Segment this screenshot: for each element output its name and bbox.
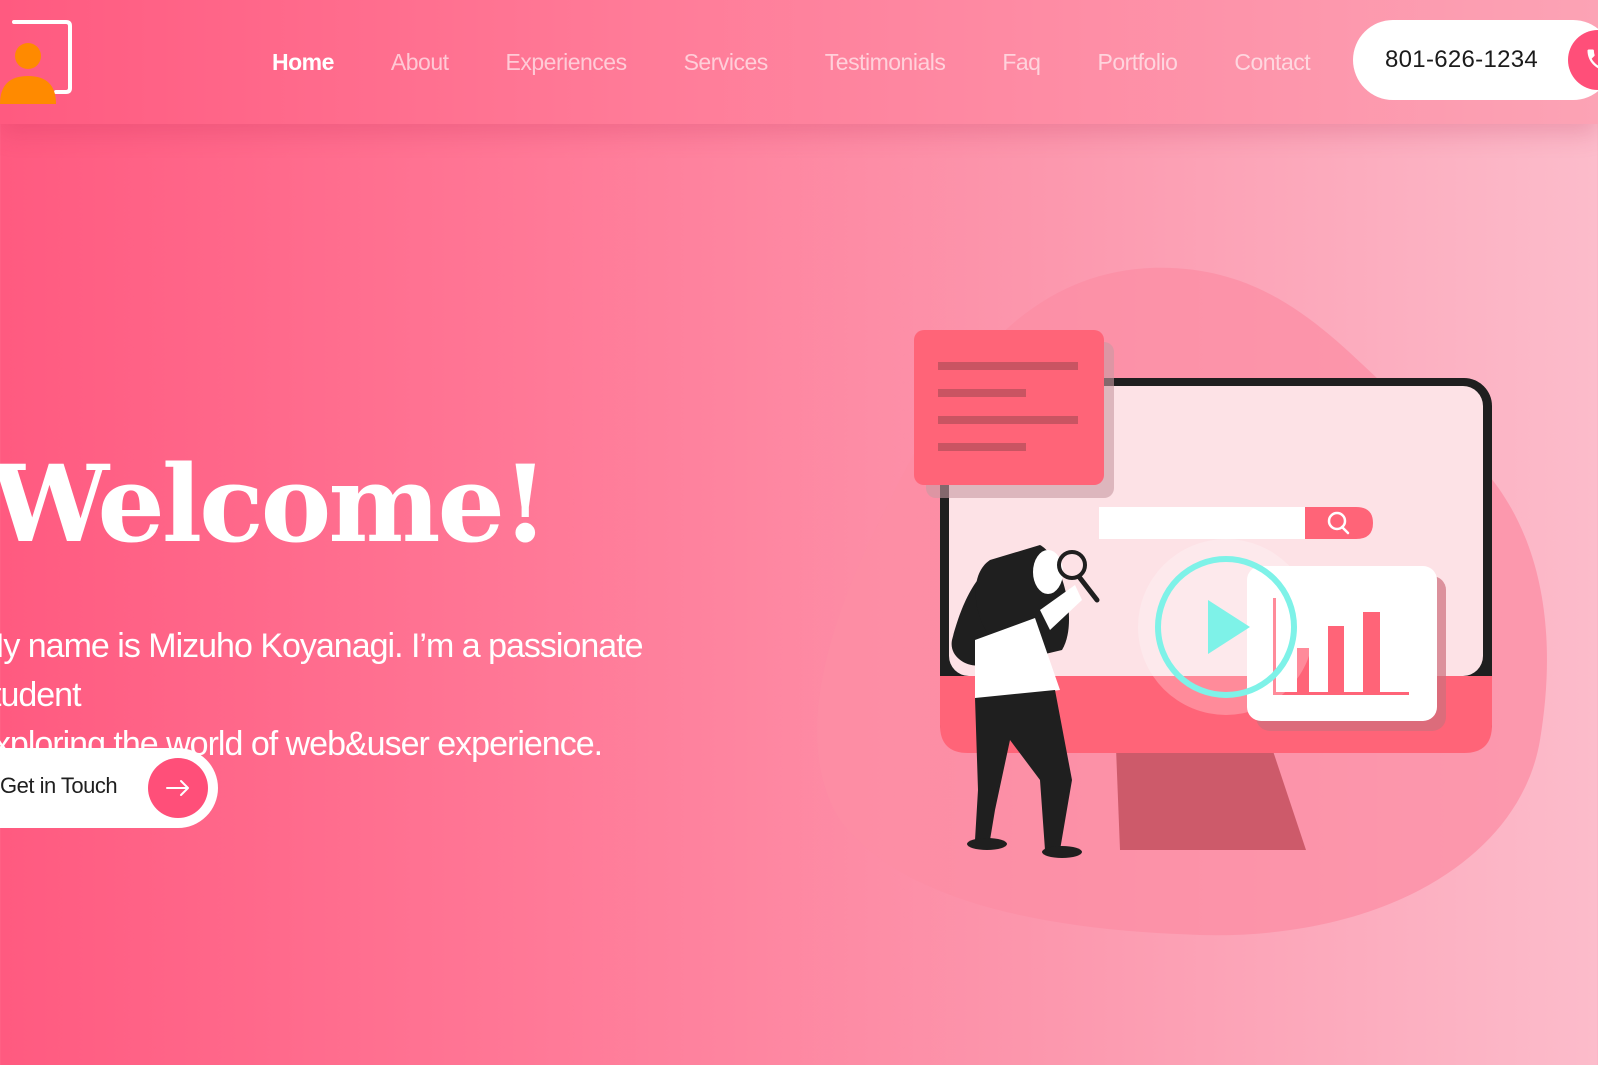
main-nav: Home About Experiences Services Testimon… bbox=[254, 44, 1349, 80]
hero-intro-line-1: My name is Mizuho Koyanagi. I’m a passio… bbox=[0, 627, 644, 714]
hero-intro: My name is Mizuho Koyanagi. I’m a passio… bbox=[0, 622, 696, 769]
cta-arrow-circle[interactable] bbox=[148, 758, 208, 818]
nav-testimonials[interactable]: Testimonials bbox=[807, 49, 964, 76]
phone-number[interactable]: 801-626-1234 bbox=[1385, 46, 1538, 74]
note-card bbox=[914, 330, 1104, 485]
nav-faq[interactable]: Faq bbox=[984, 49, 1058, 76]
nav-portfolio[interactable]: Portfolio bbox=[1079, 49, 1195, 76]
search-bar-button bbox=[1305, 507, 1373, 539]
nav-about[interactable]: About bbox=[373, 49, 467, 76]
get-in-touch-label: Get in Touch bbox=[0, 773, 118, 798]
hero-title: Welcome! bbox=[0, 441, 548, 566]
get-in-touch-button[interactable]: Get in Touch bbox=[0, 748, 218, 828]
site-header: Home About Experiences Services Testimon… bbox=[0, 0, 1598, 124]
phone-icon bbox=[1587, 49, 1598, 69]
logo-icon[interactable] bbox=[0, 18, 76, 110]
nav-home[interactable]: Home bbox=[254, 49, 352, 76]
nav-services[interactable]: Services bbox=[666, 49, 786, 76]
hero-illustration bbox=[817, 267, 1547, 936]
nav-contact[interactable]: Contact bbox=[1216, 49, 1328, 76]
phone-contact-pill[interactable]: 801-626-1234 bbox=[1353, 20, 1598, 100]
nav-experiences[interactable]: Experiences bbox=[488, 49, 645, 76]
arrow-right-icon bbox=[166, 780, 189, 796]
search-bar-field bbox=[1099, 507, 1307, 539]
